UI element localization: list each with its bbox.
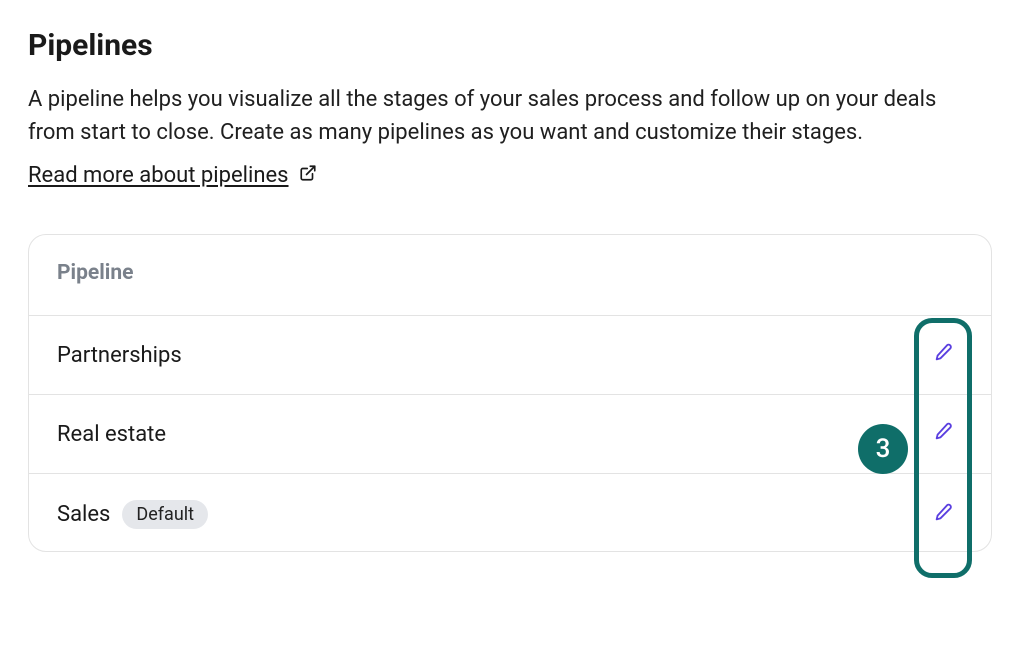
external-link-icon	[299, 163, 317, 188]
page-description: A pipeline helps you visualize all the s…	[28, 83, 968, 149]
table-header: Pipeline	[29, 235, 991, 316]
edit-button[interactable]	[931, 342, 957, 368]
table-row: Sales Default	[29, 474, 991, 551]
read-more-text: Read more about pipelines	[28, 163, 289, 188]
edit-button[interactable]	[931, 421, 957, 447]
pencil-icon	[933, 501, 955, 529]
pipeline-name: Real estate	[57, 422, 166, 447]
annotation-step-badge: 3	[858, 424, 908, 474]
table-row: Real estate	[29, 395, 991, 474]
default-badge: Default	[122, 500, 208, 529]
pipeline-table: Pipeline Partnerships Real estate	[28, 234, 992, 552]
edit-button[interactable]	[931, 502, 957, 528]
pencil-icon	[933, 420, 955, 448]
pipeline-name: Sales	[57, 502, 110, 527]
pencil-icon	[933, 341, 955, 369]
table-row: Partnerships	[29, 316, 991, 395]
read-more-link[interactable]: Read more about pipelines	[28, 163, 317, 188]
pipeline-name: Partnerships	[57, 343, 182, 368]
page-title: Pipelines	[28, 28, 992, 63]
